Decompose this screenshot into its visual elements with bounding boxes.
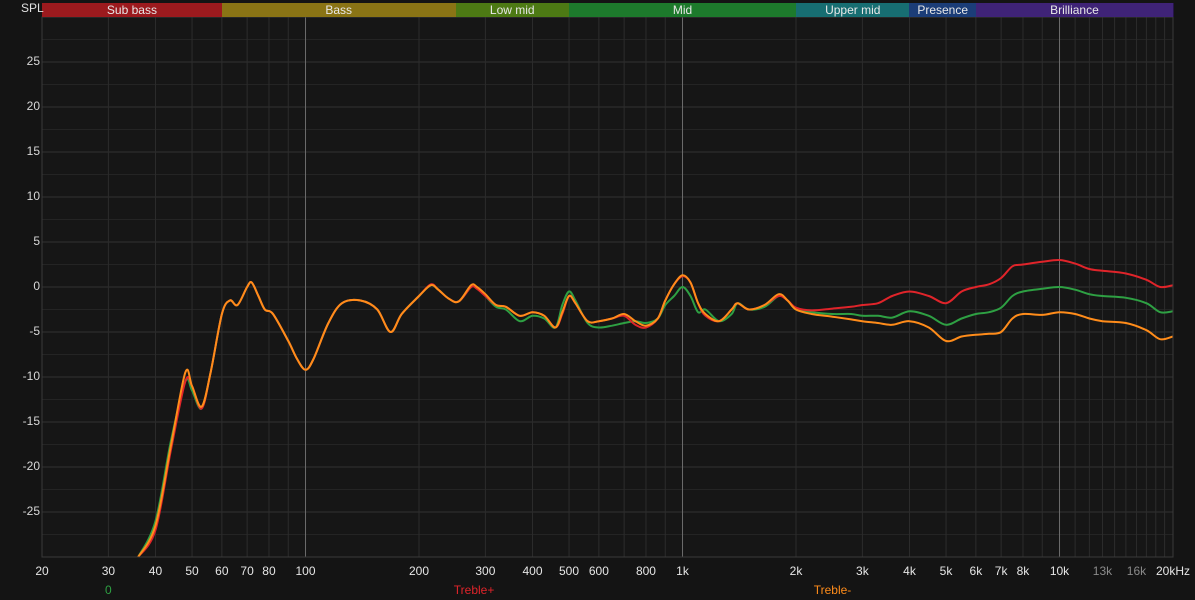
y-tick-label: 0 bbox=[33, 279, 40, 293]
legend-item-zero[interactable]: 0 bbox=[105, 583, 112, 597]
y-tick-label: -5 bbox=[29, 324, 40, 338]
x-tick-label: 80 bbox=[262, 564, 276, 578]
x-tick-label: 400 bbox=[522, 564, 543, 578]
band-brilliance: Brilliance bbox=[975, 3, 1174, 17]
x-tick-label: 5k bbox=[939, 564, 953, 578]
x-tick-label: 300 bbox=[475, 564, 496, 578]
x-tick-label: 7k bbox=[994, 564, 1008, 578]
y-tick-label: -20 bbox=[22, 459, 40, 473]
band-bass: Bass bbox=[221, 3, 457, 17]
x-tick-label: 16k bbox=[1126, 564, 1147, 578]
x-tick-label: 20kHz bbox=[1155, 564, 1191, 578]
y-tick-label: 10 bbox=[26, 189, 40, 203]
band-upper-mid: Upper mid bbox=[796, 3, 911, 17]
x-tick-label: 60 bbox=[215, 564, 229, 578]
legend-item-treble-minus[interactable]: Treble- bbox=[814, 583, 852, 597]
x-tick-label: 70 bbox=[240, 564, 254, 578]
y-tick-label: 25 bbox=[26, 54, 40, 68]
y-axis-title: SPL bbox=[21, 1, 44, 15]
x-tick-label: 3k bbox=[856, 564, 869, 578]
y-tick-label: 20 bbox=[26, 99, 40, 113]
x-tick-label: 500 bbox=[559, 564, 580, 578]
band-presence: Presence bbox=[909, 3, 977, 17]
x-tick-label: 200 bbox=[408, 564, 430, 578]
x-tick-label: 20 bbox=[35, 564, 49, 578]
y-tick-label: -10 bbox=[22, 369, 40, 383]
band-low-mid: Low mid bbox=[455, 3, 571, 17]
x-tick-label: 6k bbox=[969, 564, 983, 578]
y-tick-label: -15 bbox=[22, 414, 40, 428]
x-tick-label: 8k bbox=[1016, 564, 1030, 578]
x-tick-label: 10k bbox=[1049, 564, 1070, 578]
x-tick-label: 13k bbox=[1092, 564, 1113, 578]
band-mid: Mid bbox=[569, 3, 797, 17]
y-tick-label: 5 bbox=[33, 234, 40, 248]
x-tick-label: 800 bbox=[635, 564, 656, 578]
x-tick-label: 1k bbox=[676, 564, 689, 578]
x-tick-label: 2k bbox=[789, 564, 803, 578]
x-tick-label: 4k bbox=[903, 564, 916, 578]
x-tick-label: 40 bbox=[148, 564, 163, 578]
x-tick-label: 30 bbox=[101, 564, 116, 578]
y-tick-label: -25 bbox=[22, 504, 40, 518]
y-tick-label: 15 bbox=[26, 144, 40, 158]
legend-item-treble-plus[interactable]: Treble+ bbox=[454, 583, 495, 597]
x-tick-label: 100 bbox=[295, 564, 316, 578]
band-sub-bass: Sub bass bbox=[42, 3, 223, 17]
x-tick-label: 50 bbox=[185, 564, 199, 578]
frequency-response-chart[interactable] bbox=[0, 0, 1195, 600]
x-tick-label: 600 bbox=[588, 564, 609, 578]
